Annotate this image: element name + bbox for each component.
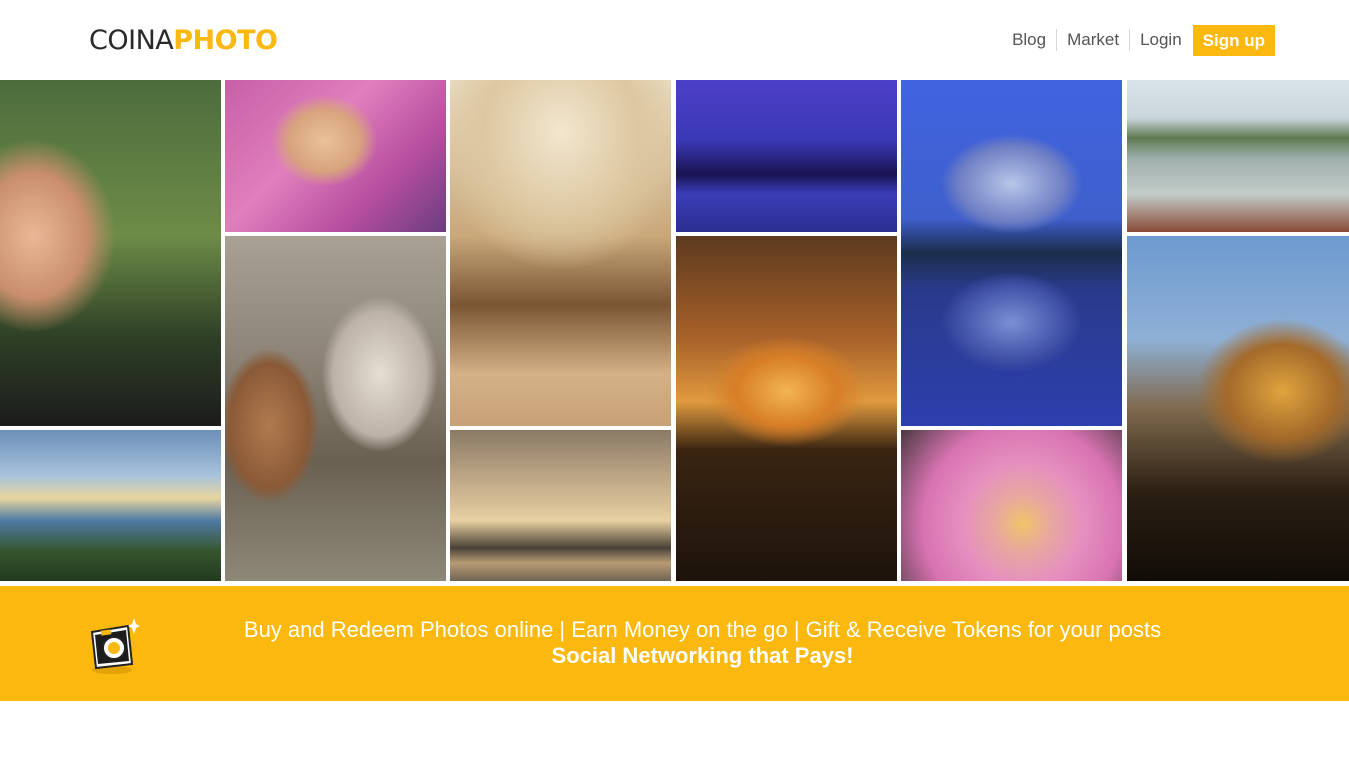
- camera-icon: [90, 618, 140, 674]
- nav-market-link[interactable]: Market: [1057, 28, 1129, 52]
- logo-part-coina: COINA: [89, 25, 174, 56]
- photo-tile-sunset-tree[interactable]: [676, 236, 897, 581]
- photo-tile-sunray-skyline[interactable]: [450, 430, 671, 581]
- logo-part-photo: PHOTO: [173, 25, 278, 56]
- photo-tile-camel-caravan[interactable]: [450, 80, 671, 426]
- banner-slogan: Social Networking that Pays!: [551, 643, 854, 668]
- signup-button[interactable]: Sign up: [1192, 24, 1275, 56]
- main-nav: Blog Market Login Sign up: [1002, 24, 1275, 56]
- photo-tile-night-bridge[interactable]: [676, 80, 897, 232]
- photo-tile-lake-boat[interactable]: [1127, 80, 1349, 232]
- photo-tile-arch-bridge[interactable]: [1127, 236, 1349, 581]
- photo-tile-portrait[interactable]: [0, 80, 221, 426]
- photo-tile-harbor-city[interactable]: [0, 430, 221, 581]
- photo-tile-memorial-reflection[interactable]: [901, 80, 1122, 426]
- photo-tile-festival-girl[interactable]: [225, 80, 446, 232]
- nav-blog-link[interactable]: Blog: [1002, 28, 1056, 52]
- nav-login-link[interactable]: Login: [1130, 28, 1192, 52]
- photo-tile-pink-flower[interactable]: [901, 430, 1122, 581]
- site-header: COINAPHOTO Blog Market Login Sign up: [0, 0, 1349, 80]
- photo-tile-bull-race[interactable]: [225, 236, 446, 581]
- photo-grid: [0, 80, 1349, 582]
- logo[interactable]: COINAPHOTO: [89, 24, 278, 58]
- banner-tagline: Buy and Redeem Photos online | Earn Mone…: [243, 617, 1162, 642]
